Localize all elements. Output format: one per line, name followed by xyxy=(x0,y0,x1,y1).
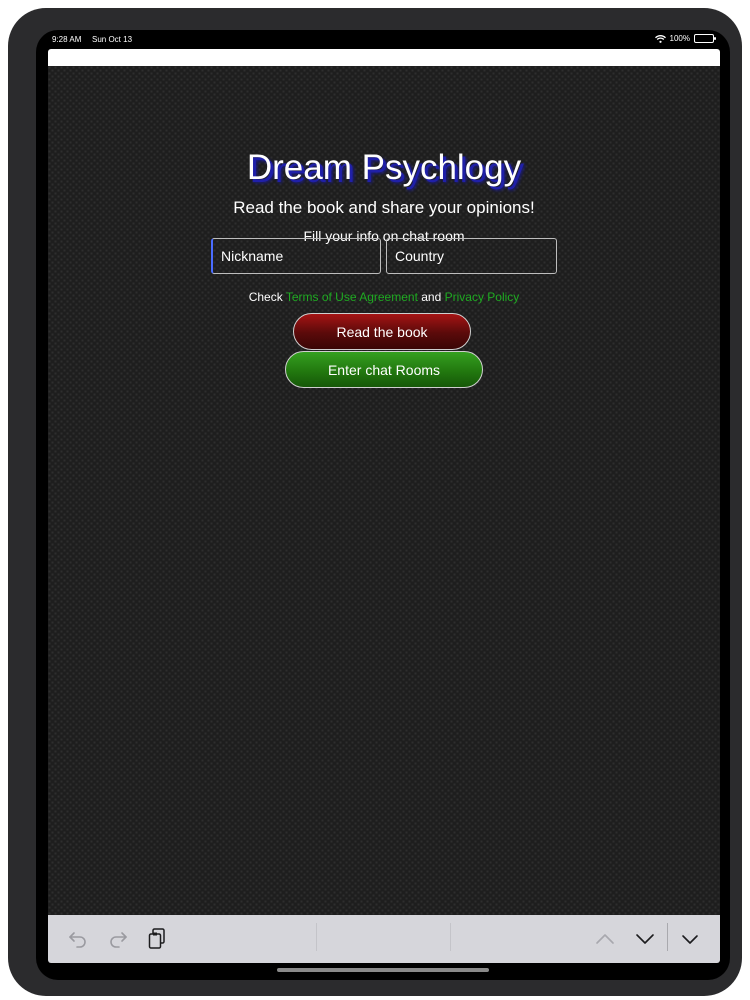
battery-percent: 100% xyxy=(669,34,690,43)
toolbar-separator xyxy=(316,923,317,951)
check-prefix: Check xyxy=(248,290,286,304)
battery-icon xyxy=(694,34,716,43)
browser-top-bar xyxy=(48,49,720,66)
status-right: 100% xyxy=(654,34,716,43)
wifi-icon xyxy=(654,34,666,43)
status-date: Sun Oct 13 xyxy=(92,35,133,44)
terms-link[interactable]: Terms of Use Agreement xyxy=(286,290,418,304)
status-time: 9:28 AM xyxy=(52,35,82,44)
toolbar-separator xyxy=(667,923,668,951)
dismiss-keyboard-icon[interactable] xyxy=(678,927,702,951)
toolbar-separator xyxy=(450,923,451,951)
country-input[interactable] xyxy=(386,238,557,274)
page-title: Dream Psychlogy xyxy=(246,148,522,187)
enter-chat-rooms-button[interactable]: Enter chat Rooms xyxy=(285,351,483,388)
ipad-frame: 9:28 AM Sun Oct 13 100% Dream Psychlogy … xyxy=(8,8,742,996)
fill-info-text: Fill your info on chat room xyxy=(303,228,465,244)
status-bar: 9:28 AM Sun Oct 13 100% xyxy=(36,30,730,50)
paste-icon[interactable] xyxy=(145,927,169,951)
chevron-up-icon[interactable] xyxy=(593,927,617,951)
read-book-button[interactable]: Read the book xyxy=(293,313,471,350)
nickname-input[interactable] xyxy=(211,238,381,274)
chevron-down-icon[interactable] xyxy=(633,927,657,951)
web-page: Dream Psychlogy Read the book and share … xyxy=(48,66,720,915)
check-and: and xyxy=(417,290,445,304)
screen: 9:28 AM Sun Oct 13 100% Dream Psychlogy … xyxy=(36,30,730,980)
redo-icon[interactable] xyxy=(106,927,130,951)
undo-icon[interactable] xyxy=(66,927,90,951)
page-subtitle: Read the book and share your opinions! xyxy=(233,198,535,217)
privacy-link[interactable]: Privacy Policy xyxy=(445,290,520,304)
home-indicator[interactable] xyxy=(277,968,489,972)
terms-notice: Check Terms of Use Agreement and Privacy… xyxy=(48,290,720,304)
keyboard-toolbar xyxy=(48,915,720,963)
